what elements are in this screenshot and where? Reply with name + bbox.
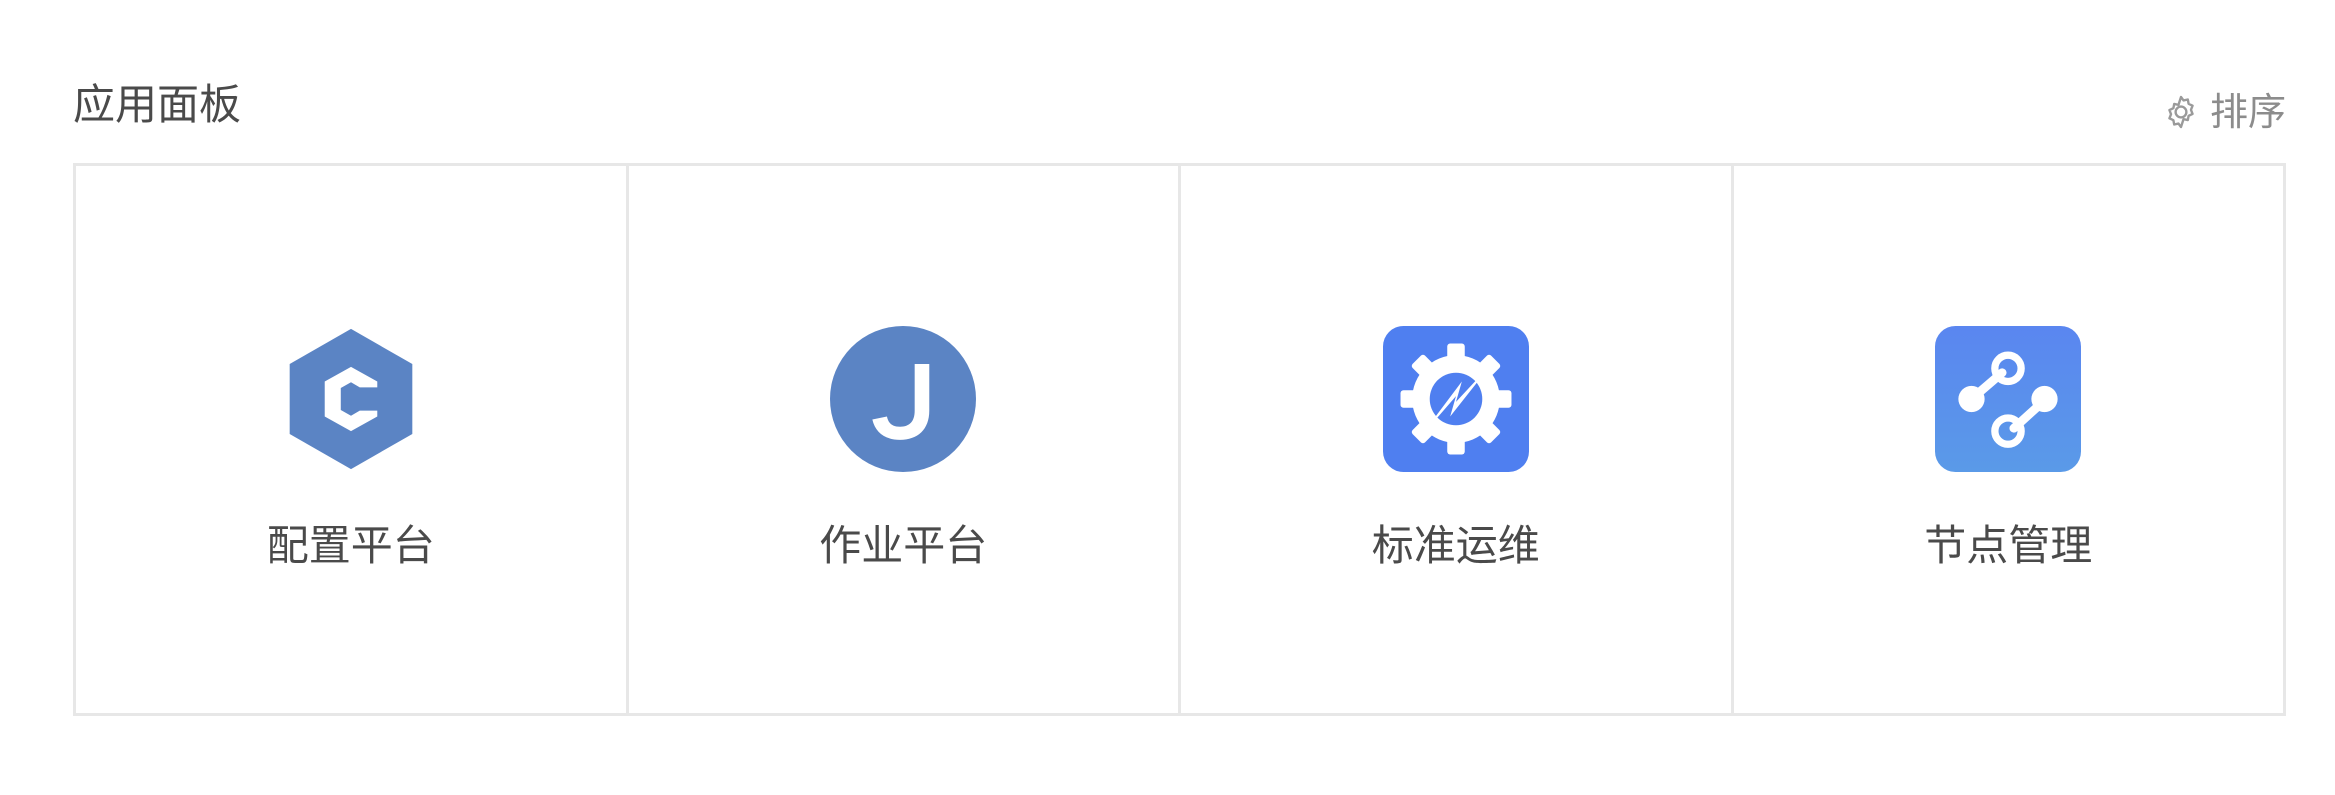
app-tile-job-platform[interactable]: 作业平台 — [629, 166, 1181, 713]
app-tile-config-platform[interactable]: 配置平台 — [76, 166, 629, 713]
circle-j-icon — [830, 326, 977, 472]
app-tile-standard-ops[interactable]: 标准运维 — [1181, 166, 1734, 713]
app-label: 节点管理 — [1924, 521, 2093, 570]
app-tile-grid: 配置平台 作业平台 标准运维 节点管理 — [73, 163, 2286, 716]
app-label: 标准运维 — [1371, 521, 1540, 570]
gear-icon — [2162, 93, 2200, 131]
sort-label: 排序 — [2209, 90, 2286, 134]
node-link-icon — [1935, 326, 2082, 472]
app-label: 配置平台 — [266, 521, 435, 570]
panel-title: 应用面板 — [73, 80, 242, 129]
gear-lightning-icon — [1382, 326, 1529, 472]
hexagon-c-icon — [278, 326, 424, 472]
panel-header: 应用面板 排序 — [73, 60, 2286, 140]
app-label: 作业平台 — [819, 521, 988, 570]
app-tile-node-management[interactable]: 节点管理 — [1734, 166, 2284, 713]
sort-button[interactable]: 排序 — [2162, 82, 2286, 142]
